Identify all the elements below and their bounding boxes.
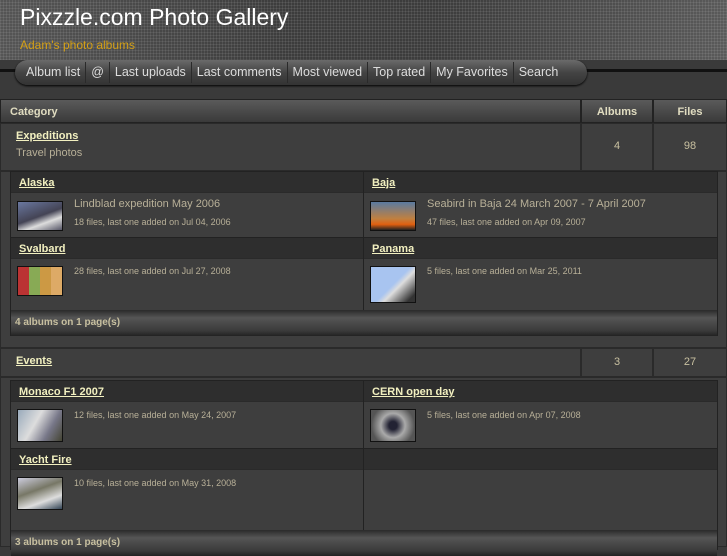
site-subtitle: Adam's photo albums [20, 38, 136, 52]
header-category: Category [0, 99, 581, 123]
album-count: 4 [581, 123, 653, 171]
album-link[interactable]: Panama [372, 243, 414, 255]
album-card: Yacht Fire 10 files, last one added on M… [11, 449, 364, 530]
album-link[interactable]: Svalbard [19, 243, 65, 255]
album-grid: Monaco F1 2007 12 files, last one added … [10, 380, 718, 556]
main-nav: Album list @ Last uploads Last comments … [15, 60, 587, 85]
album-link[interactable]: Baja [372, 177, 395, 189]
album-info: 18 files, last one added on Jul 04, 2006 [74, 217, 231, 227]
album-card: Monaco F1 2007 12 files, last one added … [11, 381, 364, 448]
album-grid: Alaska Lindblad expedition May 2006 18 f… [10, 171, 718, 336]
album-name: Seabird in Baja 24 March 2007 - 7 April … [427, 198, 646, 210]
header-files: Files [653, 99, 727, 123]
album-card: Svalbard 28 files, last one added on Jul… [11, 238, 364, 310]
category-row: Expeditions Travel photos [0, 123, 581, 171]
nav-top-rated[interactable]: Top rated [368, 62, 432, 83]
album-pagination-footer: 4 albums on 1 page(s) [11, 310, 717, 336]
header-albums: Albums [581, 99, 653, 123]
album-thumbnail[interactable] [370, 409, 416, 442]
album-card: Alaska Lindblad expedition May 2006 18 f… [11, 172, 364, 238]
nav-my-favorites[interactable]: My Favorites [431, 62, 514, 83]
album-info: 12 files, last one added on May 24, 2007 [74, 410, 237, 420]
album-info: 28 files, last one added on Jul 27, 2008 [74, 266, 231, 276]
album-thumbnail[interactable] [17, 201, 63, 231]
album-info: 10 files, last one added on May 31, 2008 [74, 478, 237, 488]
nav-album-list[interactable]: Album list [21, 62, 87, 83]
nav-last-uploads[interactable]: Last uploads [110, 62, 192, 83]
album-link[interactable]: CERN open day [372, 386, 455, 398]
album-link[interactable]: Alaska [19, 177, 54, 189]
nav-most-viewed[interactable]: Most viewed [288, 62, 369, 83]
album-info: 5 files, last one added on Mar 25, 2011 [427, 266, 582, 276]
album-thumbnail[interactable] [17, 477, 63, 510]
album-count: 3 [581, 348, 653, 377]
nav-at[interactable]: @ [86, 62, 110, 83]
album-info: 47 files, last one added on Apr 09, 2007 [427, 217, 586, 227]
album-thumbnail[interactable] [370, 266, 416, 303]
site-title: Pixzzle.com Photo Gallery [20, 4, 289, 30]
album-link[interactable]: Yacht Fire [19, 454, 72, 466]
file-count: 27 [653, 348, 727, 377]
album-name: Lindblad expedition May 2006 [74, 198, 221, 210]
album-pagination-footer: 3 albums on 1 page(s) [11, 530, 717, 556]
album-thumbnail[interactable] [17, 409, 63, 442]
category-link[interactable]: Events [16, 355, 52, 367]
album-link[interactable]: Monaco F1 2007 [19, 386, 104, 398]
album-card: CERN open day 5 files, last one added on… [364, 381, 717, 448]
category-link[interactable]: Expeditions [16, 130, 78, 142]
category-row: Events [0, 348, 581, 377]
album-card: Panama 5 files, last one added on Mar 25… [364, 238, 717, 310]
file-count: 98 [653, 123, 727, 171]
album-info: 5 files, last one added on Apr 07, 2008 [427, 410, 581, 420]
nav-search[interactable]: Search [514, 62, 564, 83]
album-thumbnail[interactable] [370, 201, 416, 231]
nav-last-comments[interactable]: Last comments [192, 62, 288, 83]
category-description: Travel photos [16, 147, 83, 159]
album-thumbnail[interactable] [17, 266, 63, 296]
album-card: Baja Seabird in Baja 24 March 2007 - 7 A… [364, 172, 717, 238]
empty-album-cell [364, 449, 717, 530]
